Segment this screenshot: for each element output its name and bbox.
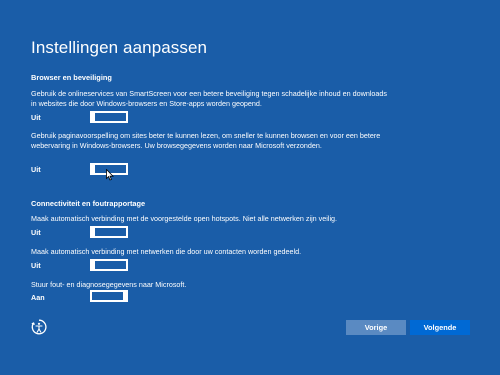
setting-diagnostics-state: Aan (31, 293, 45, 302)
section-heading-connectivity: Connectiviteit en foutrapportage (31, 199, 146, 208)
toggle-thumb (90, 259, 95, 271)
setting-diagnostics-toggle[interactable] (90, 290, 128, 302)
setting-contact-networks-state: Uit (31, 261, 41, 270)
setting-smartscreen-state: Uit (31, 113, 41, 122)
toggle-thumb (90, 163, 95, 175)
section-heading-browser: Browser en beveiliging (31, 73, 112, 82)
ease-of-access-icon[interactable] (30, 318, 48, 336)
mouse-pointer-icon (106, 168, 114, 181)
setting-smartscreen-description: Gebruik de onlineservices van SmartScree… (31, 89, 388, 108)
back-button[interactable]: Vorige (346, 320, 406, 335)
toggle-thumb (123, 290, 128, 302)
next-button[interactable]: Volgende (410, 320, 470, 335)
setting-contact-networks-toggle[interactable] (90, 259, 128, 271)
page-title: Instellingen aanpassen (31, 38, 208, 57)
toggle-thumb (90, 226, 95, 238)
setting-contact-networks-description: Maak automatisch verbinding met netwerke… (31, 247, 302, 256)
setting-hotspots-description: Maak automatisch verbinding met de voorg… (31, 214, 338, 223)
setting-diagnostics-description: Stuur fout- en diagnosegegevens naar Mic… (31, 280, 187, 289)
setting-smartscreen-toggle[interactable] (90, 111, 128, 123)
setting-hotspots-state: Uit (31, 228, 41, 237)
setting-page-prediction-description: Gebruik paginavoorspelling om sites bete… (31, 131, 381, 150)
toggle-thumb (90, 111, 95, 123)
setting-page-prediction-state: Uit (31, 165, 41, 174)
setting-hotspots-toggle[interactable] (90, 226, 128, 238)
toggle-fill (92, 292, 120, 300)
